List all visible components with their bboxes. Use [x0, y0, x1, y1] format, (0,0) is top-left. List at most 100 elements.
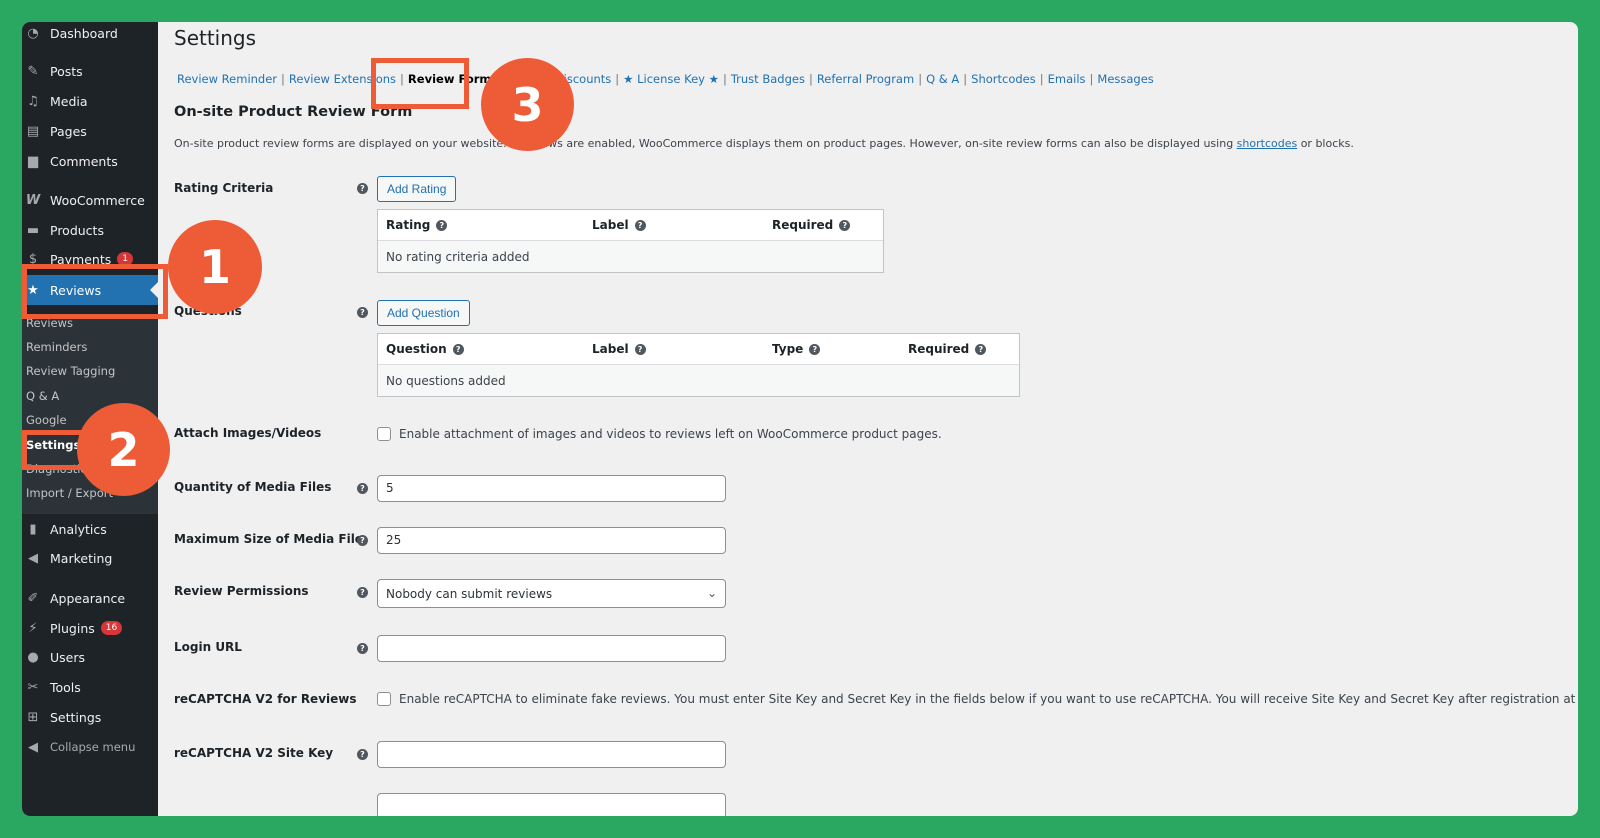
questions-empty-row: No questions added — [378, 364, 1019, 396]
tab-review-reminder[interactable]: Review Reminder — [174, 72, 280, 86]
collapse-menu[interactable]: ◀ Collapse menu — [22, 732, 158, 762]
highlight-reviews-menu — [22, 264, 168, 319]
media-quantity-label: Quantity of Media Files — [174, 480, 332, 494]
tab-messages[interactable]: Messages — [1094, 72, 1156, 86]
main-content: Settings Review Reminder | Review Extensi… — [174, 22, 1578, 816]
recaptcha-site-key-label: reCAPTCHA V2 Site Key — [174, 746, 334, 760]
menu-media[interactable]: ♫ Media — [22, 86, 158, 116]
menu-plugins[interactable]: ⚡ Plugins 16 — [22, 613, 158, 643]
recaptcha-site-key-input[interactable] — [377, 741, 726, 768]
add-rating-button[interactable]: Add Rating — [377, 176, 457, 202]
help-icon[interactable]: ? — [357, 643, 368, 654]
user-icon: ● — [27, 649, 39, 665]
help-icon[interactable]: ? — [634, 219, 646, 231]
media-max-size-input[interactable]: 25 — [377, 527, 726, 554]
menu-tools[interactable]: ✂ Tools — [22, 672, 158, 702]
help-icon[interactable]: ? — [357, 483, 368, 494]
chevron-down-icon: ⌄ — [706, 586, 717, 600]
submenu-review-tagging[interactable]: Review Tagging — [26, 364, 115, 378]
review-permissions-label: Review Permissions — [174, 584, 309, 598]
column-header-label: Label? — [592, 342, 646, 356]
section-description: On-site product review forms are display… — [174, 137, 1354, 150]
menu-products[interactable]: ▬ Products — [22, 215, 158, 245]
review-permissions-select[interactable]: Nobody can submit reviews ⌄ — [377, 579, 726, 608]
help-icon[interactable]: ? — [436, 219, 448, 231]
help-icon[interactable]: ? — [975, 343, 987, 355]
callout-2: 2 — [77, 403, 170, 496]
comment-icon: ▆ — [28, 153, 38, 169]
login-url-input[interactable] — [377, 635, 726, 662]
wrench-icon: ✂ — [27, 679, 39, 695]
add-question-button[interactable]: Add Question — [377, 300, 470, 326]
tab-referral-program[interactable]: Referral Program — [814, 72, 917, 86]
highlight-review-forms-tab — [371, 58, 469, 109]
media-max-size-label: Maximum Size of Media File — [174, 532, 363, 546]
rating-criteria-table: Rating? Label? Required? No rating crite… — [377, 209, 884, 273]
media-icon: ♫ — [27, 93, 39, 109]
menu-users[interactable]: ● Users — [22, 642, 158, 672]
collapse-icon: ◀ — [28, 739, 38, 755]
archive-icon: ▬ — [26, 222, 40, 238]
attach-media-label: Attach Images/Videos — [174, 426, 322, 440]
woo-icon: W — [25, 192, 41, 208]
page-title: Settings — [174, 26, 257, 50]
help-icon[interactable]: ? — [452, 343, 464, 355]
help-icon[interactable]: ? — [357, 183, 368, 194]
menu-pages[interactable]: ▤ Pages — [22, 116, 158, 146]
help-icon[interactable]: ? — [357, 535, 368, 546]
submenu-qa[interactable]: Q & A — [26, 389, 59, 403]
help-icon[interactable]: ? — [357, 749, 368, 760]
megaphone-icon: ◀ — [28, 550, 38, 566]
settings-tabs: Review Reminder | Review Extensions | Revi… — [174, 72, 1157, 86]
help-icon[interactable]: ? — [839, 219, 851, 231]
dashboard-icon: ◔ — [27, 25, 39, 41]
chart-icon: ▮ — [29, 521, 37, 537]
shortcodes-link[interactable]: shortcodes — [1237, 137, 1298, 150]
menu-marketing[interactable]: ◀ Marketing — [22, 543, 158, 573]
attach-media-checkbox[interactable] — [377, 427, 391, 441]
brush-icon: ✐ — [27, 590, 39, 606]
column-header-question: Question? — [386, 342, 464, 356]
rating-criteria-label: Rating Criteria — [174, 181, 274, 195]
menu-woocommerce[interactable]: W WooCommerce — [22, 185, 158, 215]
pin-icon: ✎ — [27, 63, 39, 79]
column-header-rating: Rating? — [386, 218, 448, 232]
help-icon[interactable]: ? — [634, 343, 646, 355]
highlight-settings-submenu — [22, 430, 84, 470]
questions-table: Question? Label? Type? Required? No ques… — [377, 333, 1020, 397]
column-header-type: Type? — [772, 342, 821, 356]
column-header-required: Required? — [908, 342, 987, 356]
menu-appearance[interactable]: ✐ Appearance — [22, 583, 158, 613]
menu-dashboard[interactable]: ◔ Dashboard — [22, 22, 158, 48]
callout-1: 1 — [168, 220, 262, 314]
plugins-badge: 16 — [100, 621, 123, 635]
tab-emails[interactable]: Emails — [1045, 72, 1089, 86]
attach-media-option: Enable attachment of images and videos t… — [377, 427, 942, 441]
submenu-google[interactable]: Google — [26, 413, 67, 427]
login-url-label: Login URL — [174, 640, 242, 654]
menu-settings[interactable]: ⊞ Settings — [22, 702, 158, 732]
tab-shortcodes[interactable]: Shortcodes — [968, 72, 1039, 86]
menu-analytics[interactable]: ▮ Analytics — [22, 514, 158, 544]
settings-icon: ⊞ — [27, 709, 39, 725]
pages-icon: ▤ — [26, 123, 40, 139]
rating-empty-row: No rating criteria added — [378, 240, 883, 272]
tab-trust-badges[interactable]: Trust Badges — [728, 72, 808, 86]
help-icon[interactable]: ? — [357, 587, 368, 598]
screenshot-frame: ◔ Dashboard ✎ Posts ♫ Media ▤ Pages ▆ Comment… — [22, 22, 1578, 816]
column-header-label: Label? — [592, 218, 646, 232]
recaptcha-secret-key-input[interactable] — [377, 793, 726, 816]
menu-comments[interactable]: ▆ Comments — [22, 146, 158, 176]
recaptcha-checkbox[interactable] — [377, 692, 391, 706]
recaptcha-option: Enable reCAPTCHA to eliminate fake revie… — [377, 692, 1578, 706]
tab-qa[interactable]: Q & A — [923, 72, 962, 86]
menu-posts[interactable]: ✎ Posts — [22, 56, 158, 86]
column-header-required: Required? — [772, 218, 851, 232]
tab-license-key[interactable]: ★ License Key ★ — [620, 72, 722, 86]
help-icon[interactable]: ? — [357, 307, 368, 318]
media-quantity-input[interactable]: 5 — [377, 475, 726, 502]
help-icon[interactable]: ? — [809, 343, 821, 355]
recaptcha-label: reCAPTCHA V2 for Reviews — [174, 692, 357, 706]
callout-3: 3 — [481, 58, 574, 151]
submenu-reminders[interactable]: Reminders — [26, 340, 87, 354]
